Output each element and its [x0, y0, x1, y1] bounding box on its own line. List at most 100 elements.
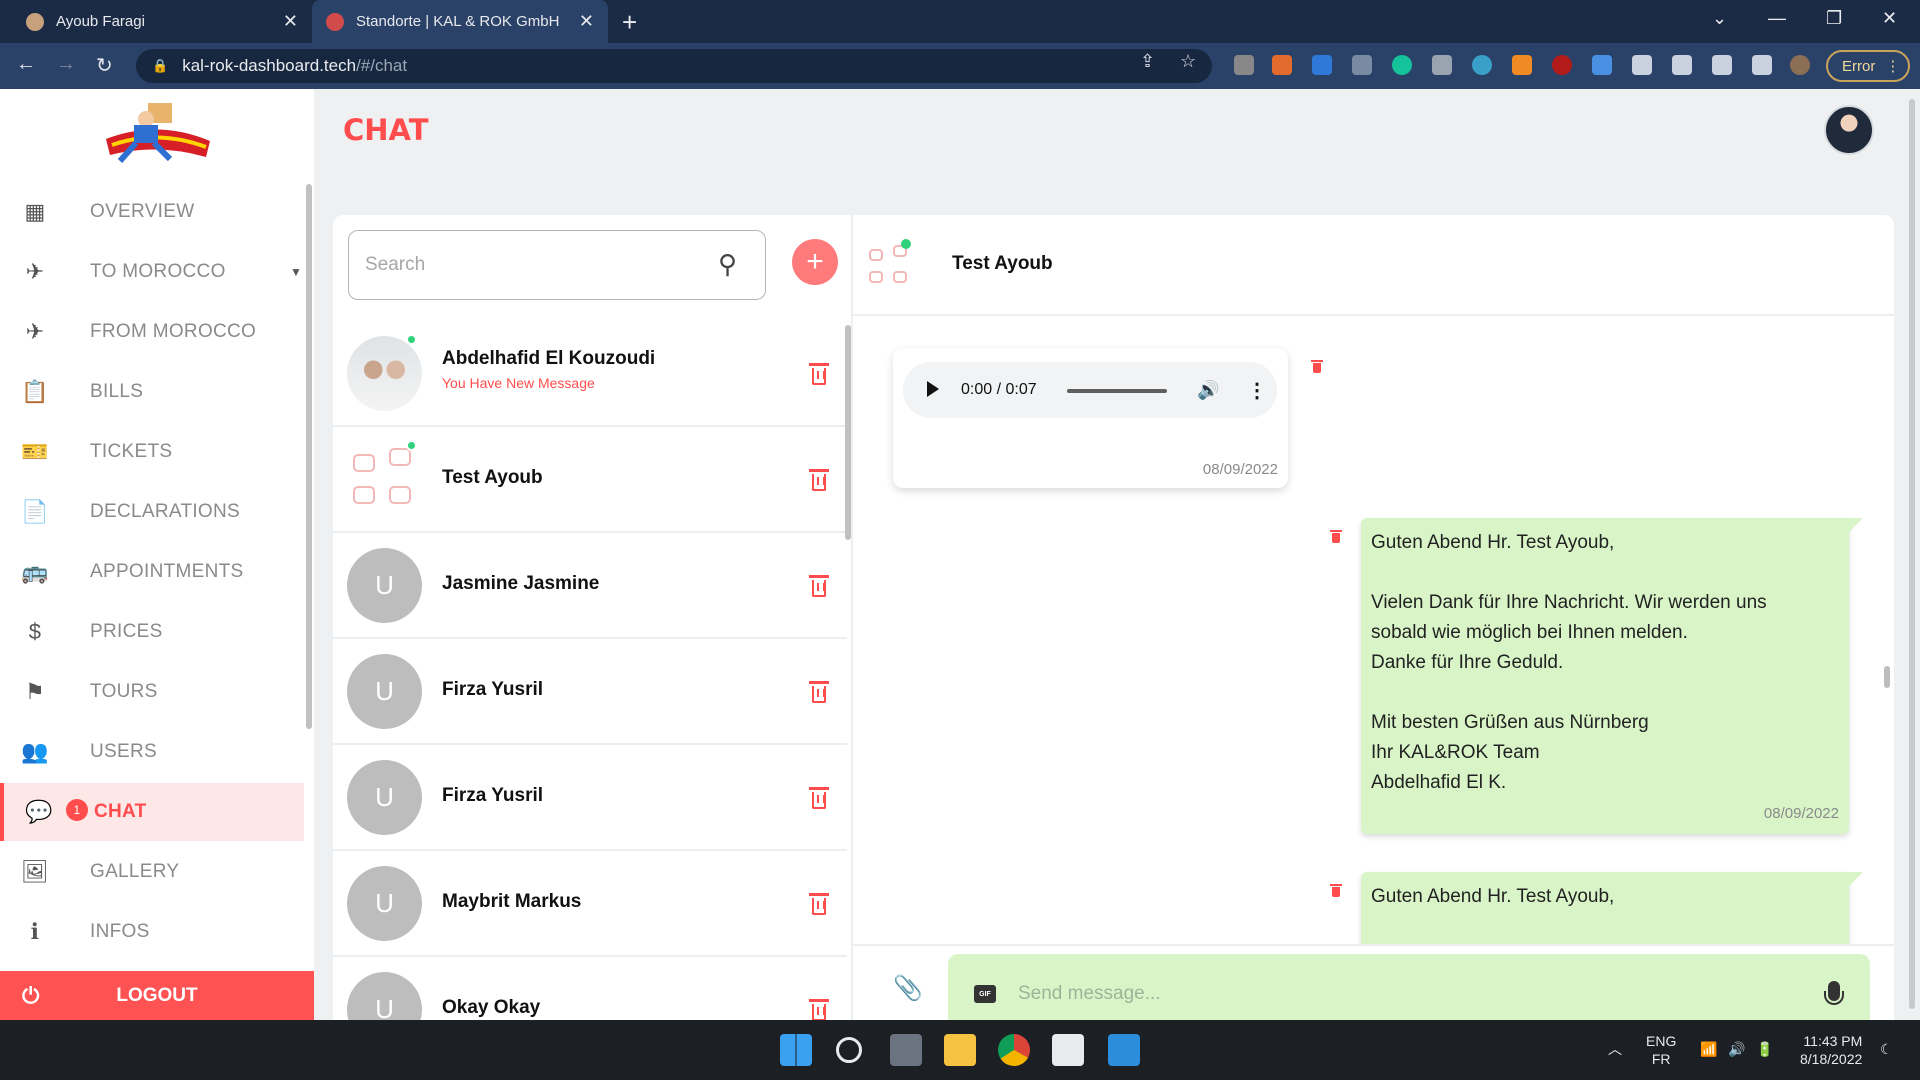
grid-icon: ▦	[24, 199, 46, 224]
sidebar-item-overview[interactable]: ▦ OVERVIEW	[0, 183, 304, 241]
camera-icon[interactable]	[1432, 55, 1452, 75]
extension-icon[interactable]	[1272, 55, 1292, 75]
contact-item[interactable]: U Maybrit Markus	[333, 851, 847, 957]
microphone-icon[interactable]	[1824, 981, 1844, 1005]
sidebar-scrollbar[interactable]	[306, 184, 312, 729]
contact-avatar	[347, 336, 422, 411]
bookmark-star-icon[interactable]: ☆	[1180, 51, 1196, 72]
sidebar-item-from-morocco[interactable]: ✈ FROM MOROCCO	[0, 303, 304, 361]
language-indicator[interactable]: ENG FR	[1646, 1032, 1676, 1068]
extension-icon[interactable]	[1312, 55, 1332, 75]
conversation-header: Test Ayoub	[853, 215, 1894, 316]
play-icon[interactable]	[927, 381, 939, 397]
battery-icon[interactable]: 🔋	[1756, 1040, 1773, 1058]
sidebar-item-declarations[interactable]: 📄 DECLARATIONS	[0, 483, 304, 541]
notifications-icon[interactable]: ☾	[1880, 1040, 1893, 1058]
side-panel-icon[interactable]	[1752, 55, 1772, 75]
sidebar-item-infos[interactable]: ℹ INFOS	[0, 903, 304, 961]
ublock-icon[interactable]	[1552, 55, 1572, 75]
delete-icon[interactable]	[809, 363, 829, 385]
extension-icon[interactable]	[1512, 55, 1532, 75]
vscode-icon[interactable]	[1108, 1034, 1140, 1066]
contact-item[interactable]: U Okay Okay	[333, 957, 847, 1020]
volume-icon[interactable]: 🔊	[1728, 1040, 1745, 1058]
caret-down-icon[interactable]: ▼	[290, 265, 302, 279]
url-field[interactable]: 🔒 kal-rok-dashboard.tech/#/chat	[136, 49, 1212, 83]
delete-icon[interactable]	[809, 575, 829, 597]
store-icon[interactable]	[1052, 1034, 1084, 1066]
delete-icon[interactable]	[809, 893, 829, 915]
sidebar-item-bills[interactable]: 📋 BILLS	[0, 363, 304, 421]
gif-icon[interactable]: GIF	[974, 985, 996, 1003]
sidebar-item-tours[interactable]: ⚑ TOURS	[0, 663, 304, 721]
search-icon[interactable]	[836, 1037, 862, 1063]
delete-icon[interactable]	[809, 999, 829, 1020]
sidebar-item-chat[interactable]: 💬 1 CHAT	[0, 783, 304, 841]
reload-icon[interactable]: ↻	[96, 53, 113, 78]
contact-item[interactable]: U Jasmine Jasmine	[333, 533, 847, 639]
media-icon[interactable]	[1712, 55, 1732, 75]
contact-item[interactable]: U Firza Yusril	[333, 745, 847, 851]
audio-player[interactable]: 0:00 / 0:07 🔊 ⋮	[903, 362, 1277, 418]
message-scrollbar[interactable]	[1884, 666, 1890, 688]
search-input[interactable]: Search ⚲	[348, 230, 766, 300]
sidebar-item-appointments[interactable]: 🚌 APPOINTMENTS	[0, 543, 304, 601]
volume-icon[interactable]: 🔊	[1197, 380, 1219, 401]
puzzle-icon[interactable]	[1672, 55, 1692, 75]
chevron-up-icon[interactable]: ︿	[1608, 1040, 1622, 1058]
browser-tab[interactable]: Ayoub Faragi ✕	[12, 0, 312, 43]
sidebar-item-to-morocco[interactable]: ✈ TO MOROCCO ▼	[0, 243, 304, 301]
attachment-icon[interactable]: 📎	[893, 974, 923, 1003]
new-tab-icon[interactable]: +	[622, 7, 637, 38]
profile-avatar[interactable]	[1790, 55, 1810, 75]
contact-item[interactable]: Abdelhafid El Kouzoudi You Have New Mess…	[333, 321, 847, 427]
close-tab-icon[interactable]: ✕	[579, 11, 594, 32]
sidebar-item-gallery[interactable]: 🖼 GALLERY	[0, 843, 304, 901]
windows-start-icon[interactable]	[780, 1034, 812, 1066]
maximize-icon[interactable]: ❐	[1826, 8, 1842, 29]
close-window-icon[interactable]: ✕	[1882, 8, 1897, 29]
user-avatar[interactable]	[1824, 105, 1874, 155]
shield-icon[interactable]	[1632, 55, 1652, 75]
sidebar-item-prices[interactable]: $ PRICES	[0, 603, 304, 661]
logout-button[interactable]: ⏻ LOGOUT	[0, 971, 314, 1020]
share-icon[interactable]: ⇪	[1140, 51, 1155, 72]
search-icon[interactable]: ⚲	[718, 249, 737, 280]
more-options-icon[interactable]: ⋮	[1247, 378, 1267, 403]
online-indicator	[406, 440, 417, 451]
task-view-icon[interactable]	[890, 1034, 922, 1066]
new-chat-button[interactable]: +	[792, 239, 838, 285]
browser-tab-active[interactable]: Standorte | KAL & ROK GmbH ✕	[312, 0, 608, 43]
tab-title: Ayoub Faragi	[56, 13, 145, 30]
sent-message: Guten Abend Hr. Test Ayoub,	[1361, 872, 1863, 944]
extension-icon[interactable]	[1352, 55, 1372, 75]
page-scrollbar[interactable]	[1906, 89, 1918, 1020]
clock[interactable]: 11:43 PM 8/18/2022	[1800, 1032, 1862, 1068]
file-explorer-icon[interactable]	[944, 1034, 976, 1066]
plane-arrival-icon: ✈	[25, 319, 45, 344]
delete-icon[interactable]	[809, 469, 829, 491]
chrome-icon[interactable]	[998, 1034, 1030, 1066]
minimize-icon[interactable]: —	[1768, 8, 1786, 29]
extension-icon[interactable]	[1592, 55, 1612, 75]
tab-search-icon[interactable]: ⌄	[1712, 8, 1727, 29]
contact-item[interactable]: U Firza Yusril	[333, 639, 847, 745]
contact-list-scrollbar[interactable]	[845, 325, 851, 540]
close-tab-icon[interactable]: ✕	[283, 11, 298, 32]
audio-seek-bar[interactable]	[1067, 389, 1167, 393]
forward-icon[interactable]: →	[56, 53, 76, 76]
delete-icon[interactable]	[809, 681, 829, 703]
extension-icon[interactable]	[1234, 55, 1254, 75]
sidebar-item-tickets[interactable]: 🎫 TICKETS	[0, 423, 304, 481]
contact-avatar: U	[347, 760, 422, 835]
grammarly-icon[interactable]	[1392, 55, 1412, 75]
sidebar-item-users[interactable]: 👥 USERS	[0, 723, 304, 781]
message-line: Mit besten Grüßen aus Nürnberg	[1371, 712, 1649, 733]
contact-item-active[interactable]: Test Ayoub	[333, 427, 847, 533]
back-icon[interactable]: ←	[16, 53, 36, 76]
react-devtools-icon[interactable]	[1472, 55, 1492, 75]
tab-favicon-icon	[326, 12, 344, 31]
delete-icon[interactable]	[809, 787, 829, 809]
error-button[interactable]: Error ⋮	[1826, 50, 1910, 82]
wifi-icon[interactable]: 📶	[1700, 1040, 1717, 1058]
